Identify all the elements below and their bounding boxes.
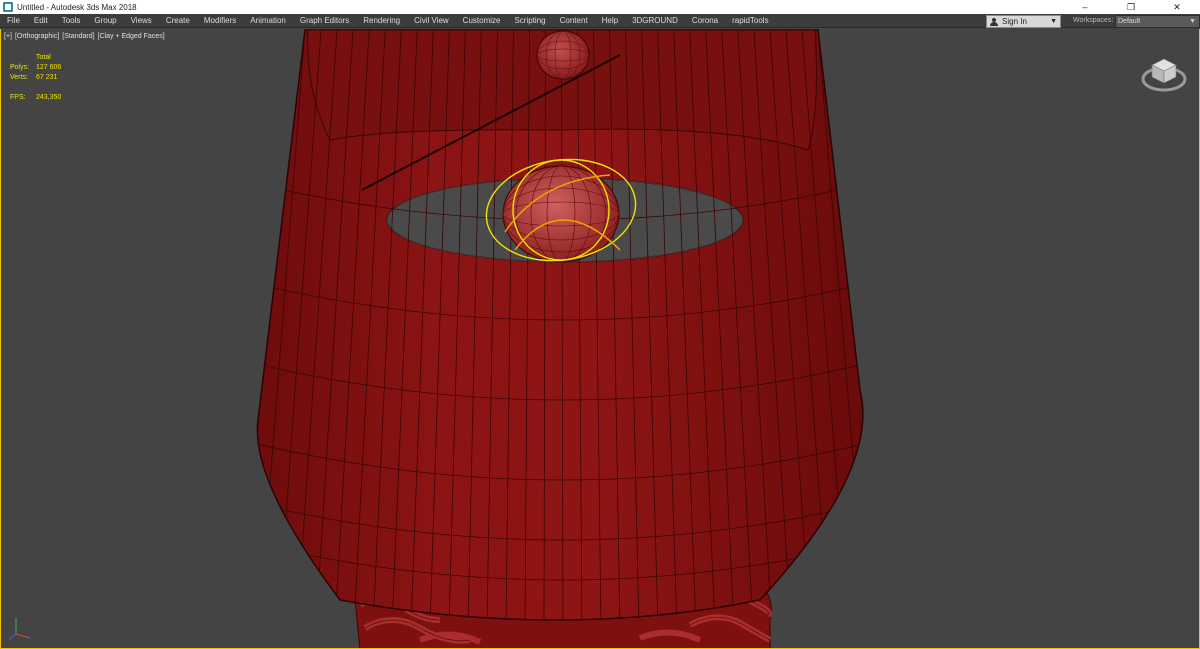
- menu-item-rendering[interactable]: Rendering: [356, 14, 407, 28]
- menu-item-modifiers[interactable]: Modifiers: [197, 14, 243, 28]
- viewport-scene[interactable]: [0, 29, 1200, 649]
- viewport-statistics: Total Polys: 127 606 Verts: 67 231 FPS: 243…: [10, 53, 61, 103]
- viewport-menu-plus[interactable]: [+]: [4, 33, 12, 40]
- stats-total-label: Total: [36, 54, 51, 61]
- menu-item-3dground[interactable]: 3DGROUND: [625, 14, 685, 28]
- workspaces-value: Default: [1118, 18, 1141, 25]
- stats-verts-value: 67 231: [36, 74, 58, 81]
- axis-tripod-icon: [8, 618, 31, 640]
- menu-item-customize[interactable]: Customize: [456, 14, 508, 28]
- menu-item-civil-view[interactable]: Civil View: [407, 14, 456, 28]
- menu-item-graph-editors[interactable]: Graph Editors: [293, 14, 356, 28]
- menu-item-corona[interactable]: Corona: [685, 14, 725, 28]
- window-controls: – ❐ ✕: [1062, 0, 1200, 14]
- viewport-shading-label[interactable]: [Clay + Edged Faces]: [98, 33, 165, 40]
- chevron-down-icon: ▼: [1189, 18, 1196, 25]
- viewport-preset-label[interactable]: [Standard]: [62, 33, 94, 40]
- menu-item-content[interactable]: Content: [553, 14, 595, 28]
- menu-item-group[interactable]: Group: [87, 14, 123, 28]
- lamp-shade-mesh[interactable]: [240, 29, 880, 640]
- minimize-button[interactable]: –: [1062, 0, 1108, 14]
- perspective-viewport[interactable]: [+] [Orthographic] [Standard] [Clay + Ed…: [0, 29, 1200, 649]
- menu-item-rapidtools[interactable]: rapidTools: [725, 14, 775, 28]
- sign-in-dropdown[interactable]: Sign In ▼: [986, 15, 1061, 28]
- 3dsmax-app-icon[interactable]: [3, 2, 13, 12]
- menu-item-views[interactable]: Views: [124, 14, 159, 28]
- stats-polys-label: Polys:: [10, 64, 30, 71]
- maximize-button[interactable]: ❐: [1108, 0, 1154, 14]
- stats-fps-label: FPS:: [10, 94, 26, 101]
- menu-item-animation[interactable]: Animation: [243, 14, 293, 28]
- workspaces-label: Workspaces:: [1073, 17, 1114, 24]
- user-icon: [990, 17, 998, 26]
- menu-bar: File Edit Tools Group Views Create Modifiers An…: [0, 14, 1200, 28]
- menu-item-tools[interactable]: Tools: [55, 14, 88, 28]
- viewport-label[interactable]: [+] [Orthographic] [Standard] [Clay + Ed…: [4, 33, 166, 40]
- close-button[interactable]: ✕: [1154, 0, 1200, 14]
- title-bar: Untitled - Autodesk 3ds Max 2018 – ❐ ✕: [0, 0, 1200, 14]
- stats-fps-value: 243,350: [36, 94, 62, 101]
- stats-polys-value: 127 606: [36, 64, 62, 71]
- menu-item-edit[interactable]: Edit: [27, 14, 55, 28]
- sign-in-label: Sign In: [1002, 17, 1027, 26]
- workspaces-select[interactable]: Default ▼: [1115, 15, 1200, 28]
- viewport-view-label[interactable]: [Orthographic]: [15, 33, 59, 40]
- chevron-down-icon: ▼: [1050, 18, 1057, 25]
- stats-verts-label: Verts:: [10, 74, 28, 81]
- menu-item-file[interactable]: File: [0, 14, 27, 28]
- window-title: Untitled - Autodesk 3ds Max 2018: [17, 2, 137, 12]
- menu-items: File Edit Tools Group Views Create Modifiers An…: [0, 14, 776, 28]
- finial-mesh[interactable]: [536, 30, 590, 80]
- menu-item-create[interactable]: Create: [159, 14, 197, 28]
- viewcube-icon[interactable]: [1140, 49, 1188, 93]
- menu-item-help[interactable]: Help: [595, 14, 625, 28]
- menu-item-scripting[interactable]: Scripting: [507, 14, 552, 28]
